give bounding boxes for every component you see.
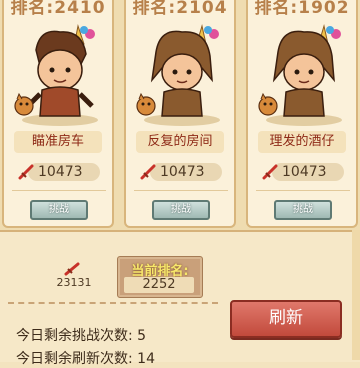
challenge-button[interactable]: 挑战 (274, 200, 332, 220)
opponent-name: 理发的酒仔 (258, 131, 346, 153)
sword-icon (262, 164, 278, 180)
power-value: 10473 (160, 164, 205, 180)
opponent-card-2[interactable]: 排名:2104 反复的房间 10473 挑战 (124, 0, 236, 228)
sword-icon (18, 164, 34, 180)
opponent-avatar (136, 24, 220, 126)
power-value: 10473 (38, 164, 83, 180)
opponent-power: 10473 (136, 162, 226, 182)
opponent-rank: 排名:2104 (132, 0, 228, 18)
challenge-button[interactable]: 挑战 (152, 200, 210, 220)
opponent-avatar (258, 24, 342, 126)
divider (12, 190, 106, 191)
panel-edge (352, 230, 360, 360)
opponent-card-1[interactable]: 排名:2410 瞄准房车 10473 挑战 (2, 0, 114, 228)
current-rank-value: 2252 (124, 277, 194, 293)
opponent-name: 瞄准房车 (14, 131, 102, 153)
sword-icon (140, 164, 156, 180)
opponent-power: 10473 (14, 162, 104, 182)
opponent-name: 反复的房间 (136, 131, 224, 153)
divider (256, 190, 350, 191)
opponent-rank: 排名:2410 (10, 0, 106, 18)
player-power: 23131 (56, 276, 92, 289)
remaining-challenges: 今日剩余挑战次数: 5 (16, 328, 147, 344)
remaining-refreshes: 今日剩余刷新次数: 14 (16, 351, 155, 367)
refresh-button[interactable]: 刷新 (230, 300, 342, 338)
power-value: 10473 (282, 164, 327, 180)
current-rank-box: 当前排名: 2252 (117, 256, 203, 298)
sword-icon (64, 262, 80, 276)
opponent-rank: 排名:1902 (254, 0, 350, 18)
opponent-avatar (14, 24, 98, 126)
dashed-divider (8, 302, 218, 304)
opponent-power: 10473 (258, 162, 348, 182)
opponent-card-3[interactable]: 排名:1902 理发的酒仔 10473 挑战 (246, 0, 358, 228)
divider (134, 190, 228, 191)
challenge-button[interactable]: 挑战 (30, 200, 88, 220)
